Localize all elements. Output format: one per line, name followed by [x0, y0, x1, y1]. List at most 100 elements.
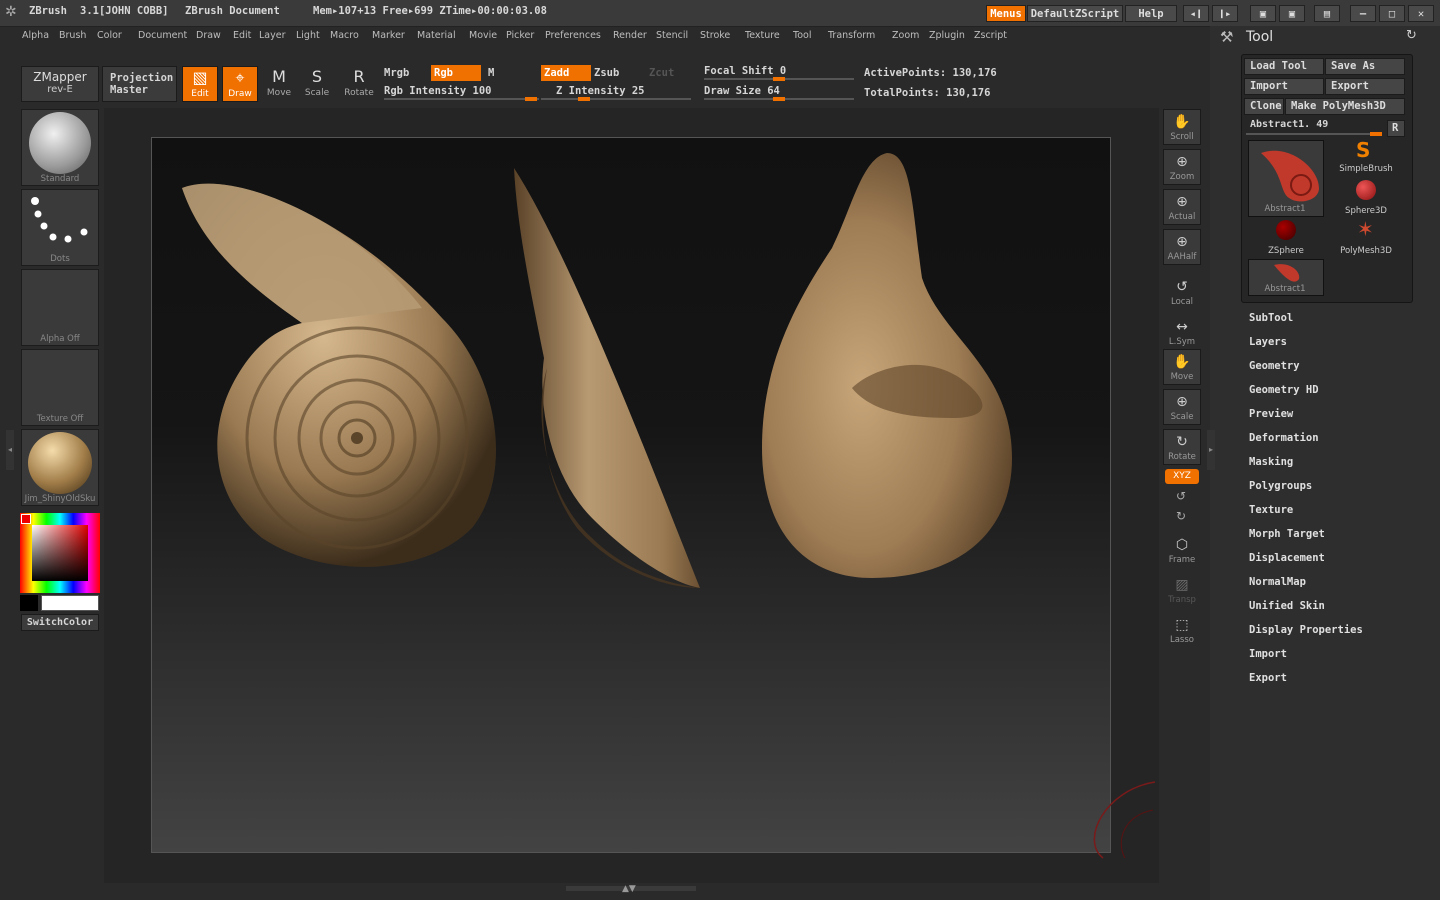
menu-transform[interactable]: Transform	[828, 30, 875, 41]
menu-layer[interactable]: Layer	[259, 30, 286, 41]
left-collapse-handle[interactable]: ◂	[6, 430, 14, 470]
menu-texture[interactable]: Texture	[745, 30, 780, 41]
brush-selector[interactable]: Standard	[21, 109, 99, 186]
menu-edit[interactable]: Edit	[233, 30, 251, 41]
zcut-toggle[interactable]: Zcut	[649, 67, 674, 79]
z-intensity-knob[interactable]	[578, 97, 590, 101]
menu-zoom[interactable]: Zoom	[892, 30, 919, 41]
tool-thumb-abstract1-small[interactable]: Abstract1	[1248, 259, 1324, 296]
shelf-rotate-button[interactable]: ↻ Rotate	[1163, 429, 1201, 465]
zsub-toggle[interactable]: Zsub	[594, 67, 619, 79]
rgb-intensity-slider-label[interactable]: Rgb Intensity 100	[384, 85, 491, 97]
switch-color-button[interactable]: SwitchColor	[21, 614, 99, 631]
menu-material[interactable]: Material	[417, 30, 456, 41]
shelf-frame-button[interactable]: ⬡ Frame	[1163, 533, 1201, 569]
subpalette-morph-target[interactable]: Morph Target	[1249, 528, 1325, 540]
zmapper-button[interactable]: ZMapper rev-E	[21, 66, 99, 102]
maximize-icon[interactable]: □	[1379, 5, 1405, 22]
menu-tool[interactable]: Tool	[793, 30, 811, 41]
subpalette-texture[interactable]: Texture	[1249, 504, 1293, 516]
rgb-toggle[interactable]: Rgb	[431, 65, 481, 81]
right-collapse-handle[interactable]: ▸	[1207, 430, 1215, 470]
shelf-transp-button[interactable]: ▨ Transp	[1163, 573, 1201, 609]
export-button[interactable]: Export	[1325, 78, 1405, 95]
subpalette-preview[interactable]: Preview	[1249, 408, 1293, 420]
menu-preferences[interactable]: Preferences	[545, 30, 601, 41]
rgb-intensity-knob[interactable]	[525, 97, 537, 101]
close-icon[interactable]: ✕	[1408, 5, 1434, 22]
menu-brush[interactable]: Brush	[59, 30, 86, 41]
material-selector[interactable]: Jim_ShinyOldSku	[21, 429, 99, 506]
rotate-axis-1-icon[interactable]: ↺	[1176, 489, 1186, 503]
shelf-aahalf-button[interactable]: ⊕ AAHalf	[1163, 229, 1201, 265]
color-picker-square[interactable]	[32, 525, 88, 581]
menu-light[interactable]: Light	[296, 30, 320, 41]
canvas-expand-icon[interactable]: ▲▼	[622, 884, 636, 894]
lock-icon[interactable]: ▤	[1314, 5, 1340, 22]
z-intensity-track[interactable]	[541, 98, 691, 100]
secondary-color-swatch[interactable]	[20, 595, 38, 611]
current-tool-track[interactable]	[1246, 133, 1376, 135]
edit-button[interactable]: ▧ Edit	[182, 66, 218, 102]
focal-shift-slider-label[interactable]: Focal Shift 0	[704, 65, 786, 77]
rotate-axis-2-icon[interactable]: ↻	[1176, 509, 1186, 523]
tool-thumb-polymesh3d[interactable]: ✶ PolyMesh3D	[1326, 217, 1406, 258]
subpalette-subtool[interactable]: SubTool	[1249, 312, 1293, 324]
menu-document[interactable]: Document	[138, 30, 187, 41]
current-tool-slider-label[interactable]: Abstract1. 49	[1250, 119, 1328, 130]
stroke-selector[interactable]: Dots	[21, 189, 99, 266]
shelf-zoom-button[interactable]: ⊕ Zoom	[1163, 149, 1201, 185]
menu-marker[interactable]: Marker	[372, 30, 405, 41]
menu-zscript[interactable]: Zscript	[974, 30, 1007, 41]
r-button[interactable]: R	[1387, 120, 1405, 137]
subpalette-export[interactable]: Export	[1249, 672, 1287, 684]
shelf-scroll-button[interactable]: ✋ Scroll	[1163, 109, 1201, 145]
load-tool-button[interactable]: Load Tool	[1244, 58, 1324, 75]
menus-button[interactable]: Menus	[986, 5, 1026, 22]
document-canvas[interactable]	[151, 137, 1111, 853]
subpalette-normalmap[interactable]: NormalMap	[1249, 576, 1306, 588]
tray-left-icon[interactable]: ◂❙	[1183, 5, 1209, 22]
tool-thumb-simplebrush[interactable]: S SimpleBrush	[1326, 138, 1406, 176]
help-button[interactable]: Help	[1125, 5, 1177, 22]
tray-right-icon[interactable]: ❙▸	[1212, 5, 1238, 22]
tool-thumb-sphere3d[interactable]: Sphere3D	[1326, 180, 1406, 218]
tool-thumb-zsphere[interactable]: ZSphere	[1248, 220, 1324, 258]
menu-movie[interactable]: Movie	[469, 30, 497, 41]
subpalette-import[interactable]: Import	[1249, 648, 1287, 660]
main-color-swatch[interactable]	[41, 595, 99, 611]
color-picker[interactable]	[20, 513, 100, 593]
clone-button[interactable]: Clone	[1244, 98, 1284, 115]
subpalette-layers[interactable]: Layers	[1249, 336, 1287, 348]
subpalette-unified-skin[interactable]: Unified Skin	[1249, 600, 1325, 612]
refresh-icon[interactable]: ↻	[1406, 28, 1417, 43]
draw-size-slider-label[interactable]: Draw Size 64	[704, 85, 780, 97]
shelf-l-sym-button[interactable]: ↔ L.Sym	[1163, 315, 1201, 351]
shelf-xyz-button[interactable]: XYZ	[1165, 469, 1199, 484]
menu-macro[interactable]: Macro	[330, 30, 359, 41]
shelf-scale-button[interactable]: ⊕ Scale	[1163, 389, 1201, 425]
shelf-local-button[interactable]: ↺ Local	[1163, 275, 1201, 311]
rotate-button[interactable]: R Rotate	[340, 66, 378, 102]
z-intensity-slider-label[interactable]: Z Intensity 25	[556, 85, 645, 97]
menu-render[interactable]: Render	[613, 30, 647, 41]
mrgb-toggle[interactable]: Mrgb	[384, 67, 409, 79]
scale-button[interactable]: S Scale	[300, 66, 334, 102]
subpalette-masking[interactable]: Masking	[1249, 456, 1293, 468]
tool-thumb-abstract1[interactable]: Abstract1	[1248, 140, 1324, 217]
move-button[interactable]: M Move	[262, 66, 296, 102]
layout-left-icon[interactable]: ▣	[1250, 5, 1276, 22]
focal-shift-knob[interactable]	[773, 77, 785, 81]
save-as-button[interactable]: Save As	[1325, 58, 1405, 75]
subpalette-polygroups[interactable]: Polygroups	[1249, 480, 1312, 492]
subpalette-displacement[interactable]: Displacement	[1249, 552, 1325, 564]
menu-alpha[interactable]: Alpha	[22, 30, 49, 41]
draw-size-knob[interactable]	[773, 97, 785, 101]
alpha-selector[interactable]: Alpha Off	[21, 269, 99, 346]
zadd-toggle[interactable]: Zadd	[541, 65, 591, 81]
layout-right-icon[interactable]: ▣	[1279, 5, 1305, 22]
shelf-move-button[interactable]: ✋ Move	[1163, 349, 1201, 385]
subpalette-geometry[interactable]: Geometry	[1249, 360, 1300, 372]
subpalette-geometry-hd[interactable]: Geometry HD	[1249, 384, 1319, 396]
import-button[interactable]: Import	[1244, 78, 1324, 95]
